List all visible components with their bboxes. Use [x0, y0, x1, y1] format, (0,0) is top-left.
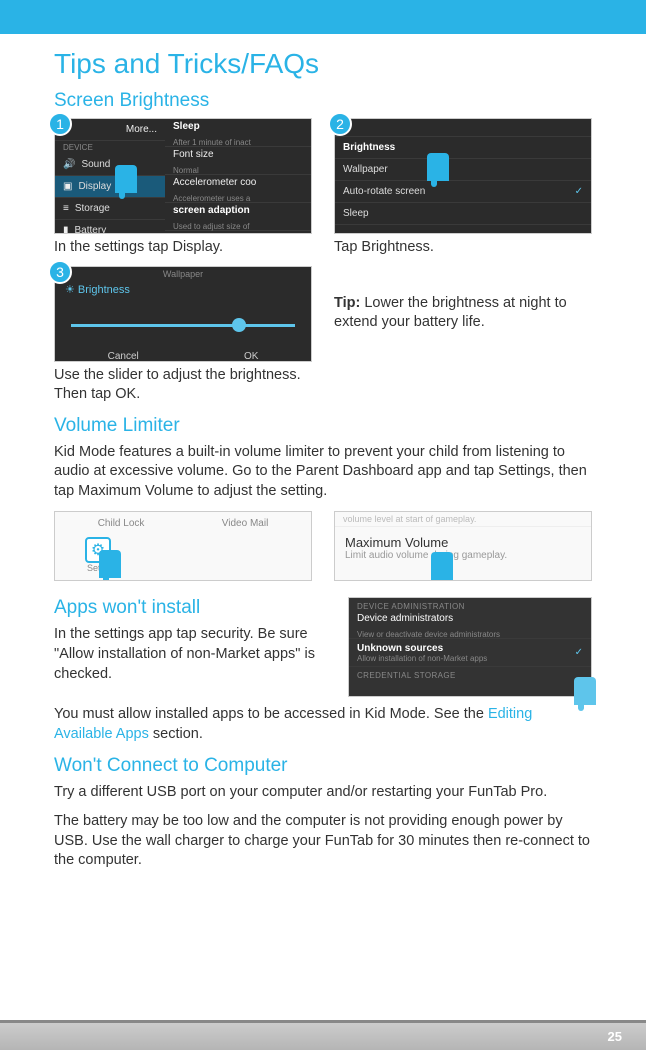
section-screen-brightness: Screen Brightness 1 More... DEVICE 🔊Soun… — [54, 90, 592, 405]
ss2-autorotate: Auto-rotate screen — [343, 186, 425, 197]
caption-step-1: In the settings tap Display. — [54, 238, 312, 258]
tip-label: Tip: — [334, 295, 360, 311]
ss1-adapt: screen adaption — [173, 205, 250, 216]
sec-hdr: DEVICE ADMINISTRATION — [349, 598, 591, 611]
ss2-wallpaper: Wallpaper — [343, 164, 388, 175]
screenshot-max-volume: volume level at start of gameplay. Maxim… — [334, 511, 592, 581]
ss1-display: Display — [78, 181, 111, 192]
ss1-font: Font size — [173, 149, 214, 160]
vl-childlock: Child Lock — [98, 518, 145, 529]
ss1-adapt-sub: Used to adjust size of — [173, 222, 249, 231]
apps-install-para2: You must allow installed apps to be acce… — [54, 705, 592, 744]
ss3-brightness-label: Brightness — [78, 284, 130, 296]
step-badge-1: 1 — [48, 112, 72, 136]
ss1-device-hdr: DEVICE — [55, 141, 165, 154]
screenshot-settings-display: More... DEVICE 🔊Sound ▣Display ≡Storage … — [54, 118, 312, 234]
sec-r1: Device administrators — [357, 613, 453, 624]
sec-r2: Unknown sources — [357, 643, 487, 654]
screenshot-security-settings: DEVICE ADMINISTRATION Device administrat… — [348, 597, 592, 697]
tip-text: Lower the brightness at night to extend … — [334, 295, 567, 331]
caption-step-2: Tap Brightness. — [334, 238, 592, 258]
section-wont-connect: Won't Connect to Computer Try a differen… — [54, 755, 592, 871]
ss1-sound: Sound — [81, 159, 110, 170]
heading-screen-brightness: Screen Brightness — [54, 90, 592, 112]
page-number: 25 — [608, 1029, 622, 1044]
ss2-sleep: Sleep — [343, 208, 369, 219]
step-1: 1 More... DEVICE 🔊Sound ▣Display ≡Storag… — [54, 118, 312, 258]
tap-pointer-icon — [431, 552, 453, 580]
step-3: 3 Wallpaper ☀ Brightness Cancel OK Accel… — [54, 266, 312, 405]
ss1-accel-sub: Accelerometer uses a — [173, 194, 250, 203]
vl-maxvol-title: Maximum Volume — [345, 535, 581, 550]
ss3-wallpaper: Wallpaper — [55, 267, 311, 279]
step-2: 2 Brightness Wallpaper Auto-rotate scree… — [334, 118, 592, 258]
step-badge-2: 2 — [328, 112, 352, 136]
slider-thumb-icon — [232, 318, 246, 332]
heading-apps-install: Apps won't install — [54, 597, 326, 619]
brightness-slider — [71, 324, 295, 327]
ss3-cancel: Cancel — [108, 351, 139, 362]
page-title: Tips and Tricks/FAQs — [54, 48, 592, 80]
step-badge-3: 3 — [48, 260, 72, 284]
ss1-more: More... — [126, 124, 157, 135]
check-icon: ✓ — [575, 186, 583, 197]
screenshot-brightness-slider: Wallpaper ☀ Brightness Cancel OK Acceler… — [54, 266, 312, 362]
vl-screenshot-right: volume level at start of gameplay. Maxim… — [334, 511, 592, 581]
tap-pointer-icon — [427, 153, 449, 181]
content-area: Tips and Tricks/FAQs Screen Brightness 1… — [0, 34, 646, 871]
ss1-font-sub: Normal — [173, 166, 199, 175]
apps-para2-a: You must allow installed apps to be acce… — [54, 706, 488, 722]
wont-connect-p1: Try a different USB port on your compute… — [54, 783, 592, 803]
ss1-battery: Battery — [75, 225, 107, 234]
header-bar — [0, 0, 646, 34]
ss1-sleep-sub: After 1 minute of inact — [173, 138, 251, 147]
volume-limiter-body: Kid Mode features a built-in volume limi… — [54, 443, 592, 502]
apps-para2-b: section. — [149, 726, 203, 742]
tap-pointer-icon — [574, 677, 596, 705]
ss2-brightness: Brightness — [343, 142, 395, 153]
footer-bar: 25 — [0, 1020, 646, 1050]
vl-videomail: Video Mail — [222, 518, 269, 529]
check-icon: ✓ — [575, 647, 583, 658]
ss1-storage: Storage — [75, 203, 110, 214]
screenshot-parent-dashboard: Child Lock Video Mail ⚙ Settings — [54, 511, 312, 581]
section-apps-install: Apps won't install In the settings app t… — [54, 597, 592, 744]
caption-step-3: Use the slider to adjust the brightness.… — [54, 366, 312, 405]
screenshot-brightness-menu: Brightness Wallpaper Auto-rotate screen ✓… — [334, 118, 592, 234]
ss1-sleep: Sleep — [173, 121, 200, 132]
vl-screenshot-left: Child Lock Video Mail ⚙ Settings — [54, 511, 312, 581]
sec-hdr2: CREDENTIAL STORAGE — [349, 667, 591, 680]
tap-pointer-icon — [99, 550, 121, 578]
vl-topcut: volume level at start of gameplay. — [335, 512, 591, 527]
apps-install-body1: In the settings app tap security. Be sur… — [54, 625, 326, 684]
sec-r1s: View or deactivate device administrators — [357, 630, 500, 639]
ss3-ok: OK — [244, 351, 258, 362]
ss1-accel: Accelerometer coo — [173, 177, 256, 188]
heading-wont-connect: Won't Connect to Computer — [54, 755, 592, 777]
section-volume-limiter: Volume Limiter Kid Mode features a built… — [54, 415, 592, 582]
heading-volume-limiter: Volume Limiter — [54, 415, 592, 437]
tap-pointer-icon — [115, 165, 137, 193]
vl-maxvol-sub: Limit audio volume during gameplay. — [345, 550, 581, 561]
apps-screenshot-col: DEVICE ADMINISTRATION Device administrat… — [348, 597, 592, 697]
tip-block: Tip: Lower the brightness at night to ex… — [334, 266, 592, 405]
wont-connect-p2: The battery may be too low and the compu… — [54, 812, 592, 871]
sec-r2s: Allow installation of non-Market apps — [357, 654, 487, 663]
